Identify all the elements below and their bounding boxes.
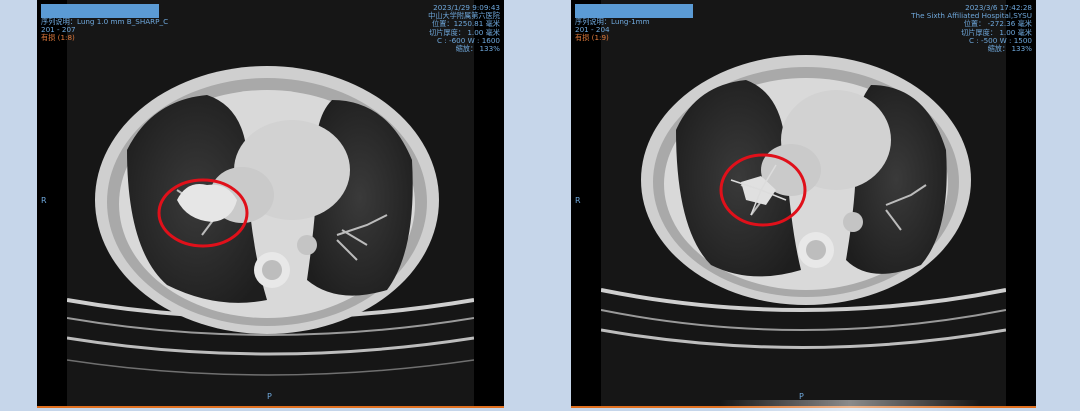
scanner-table-line [67, 336, 474, 356]
info-top-left: 序列说明：Lung 1.0 mm B_SHARP_C 201 - 207 有损 … [41, 17, 168, 43]
orientation-marker-posterior: P [267, 392, 272, 401]
ct-axial-image-left [67, 66, 474, 376]
orientation-marker-right: R [575, 196, 581, 205]
lossy-indicator: 有损 (1:9) [575, 33, 609, 43]
info-top-right: 2023/1/29 9:09:43 中山大学附属第六医院 位置：1250.81 … [428, 3, 500, 54]
info-top-left: 序列说明：Lung-1mm 201 - 204 有损 (1:9) [575, 17, 650, 43]
ct-axial-image-right [601, 55, 1006, 349]
orientation-marker-right: R [41, 196, 47, 205]
scanner-table-line [601, 328, 1006, 349]
redaction-bar [575, 4, 693, 18]
aorta [297, 235, 317, 255]
info-top-right: 2023/3/6 17:42:28 The Sixth Affiliated H… [911, 3, 1032, 54]
watermark [720, 400, 980, 411]
ct-viewer-right[interactable]: 序列说明：Lung-1mm 201 - 204 有损 (1:9) 2023/3/… [571, 0, 1036, 408]
scanner-table-line [601, 309, 1006, 331]
redaction-bar [41, 4, 159, 18]
aorta [843, 212, 863, 232]
zoom-level: 缩放： 133% [455, 44, 500, 54]
scanner-table-line [67, 359, 474, 376]
lossy-indicator: 有损 (1:8) [41, 33, 75, 43]
ct-scan-area-right[interactable] [601, 0, 1006, 406]
ct-viewer-left[interactable]: 序列说明：Lung 1.0 mm B_SHARP_C 201 - 207 有损 … [37, 0, 504, 408]
zoom-level: 缩放： 133% [987, 44, 1032, 54]
ct-scan-area-left[interactable] [67, 0, 474, 406]
